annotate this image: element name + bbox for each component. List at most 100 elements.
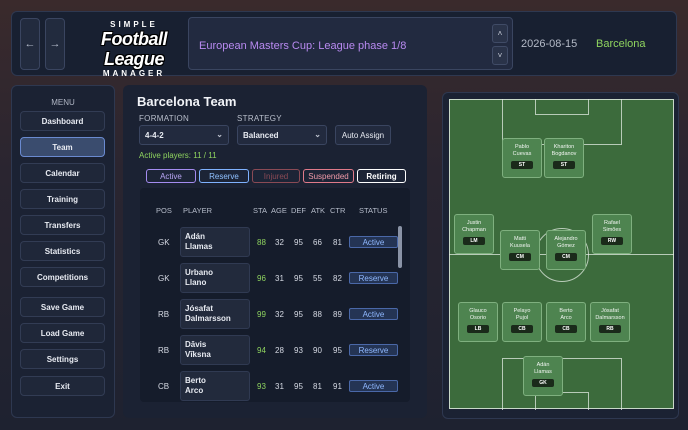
pitch-player-position: CM xyxy=(509,253,531,261)
pitch-player-card[interactable]: Jósafat Dalmarsson RB xyxy=(590,302,630,342)
row-ctr: 89 xyxy=(333,310,342,319)
row-pos: RB xyxy=(158,346,170,355)
back-arrow-button[interactable]: ← xyxy=(20,18,40,70)
col-age: AGE xyxy=(271,206,287,215)
filter-retiring[interactable]: Retiring xyxy=(357,169,406,183)
pitch-player-first: Khariton xyxy=(553,144,575,150)
pitch-player-card[interactable]: Berto Arco CB xyxy=(546,302,586,342)
col-ctr: CTR xyxy=(330,206,346,215)
pitch-player-card[interactable]: Pablo Cuevas ST xyxy=(502,138,542,178)
player-last-name: Vīksna xyxy=(185,350,211,359)
row-sta: 99 xyxy=(257,310,266,319)
pitch-player-card[interactable]: Justin Chapman LM xyxy=(454,214,494,254)
col-sta: STA xyxy=(253,206,268,215)
col-def: DEF xyxy=(291,206,306,215)
row-def: 93 xyxy=(294,346,303,355)
row-ctr: 91 xyxy=(333,382,342,391)
player-first-name: Berto xyxy=(185,376,206,385)
pitch-player-first: Rafael xyxy=(604,220,620,226)
player-last-name: Llano xyxy=(185,278,207,287)
menu-team-button[interactable]: Team xyxy=(20,137,105,157)
page-title: Barcelona Team xyxy=(137,94,237,109)
pitch-player-position: LM xyxy=(463,237,485,245)
current-date: 2026-08-15 xyxy=(521,38,578,50)
menu-exit-button[interactable]: Exit xyxy=(20,376,105,396)
filter-injured[interactable]: Injured xyxy=(252,169,300,183)
col-status: STATUS xyxy=(359,206,388,215)
pitch-player-card[interactable]: Khariton Bogdanov ST xyxy=(544,138,584,178)
news-up-button[interactable]: ˄ xyxy=(492,24,508,43)
pitch-player-card[interactable]: Pelayo Pujol CB xyxy=(502,302,542,342)
col-player: PLAYER xyxy=(183,206,213,215)
pitch-player-position: LB xyxy=(467,325,489,333)
pitch-player-position: CM xyxy=(555,253,577,261)
status-button[interactable]: Active xyxy=(349,308,398,320)
player-last-name: Llamas xyxy=(185,242,213,251)
pitch-player-position: GK xyxy=(532,379,554,387)
pitch-player-last: Cuevas xyxy=(512,150,532,157)
pitch-player-card[interactable]: Glauco Osorio LB xyxy=(458,302,498,342)
pitch-player-card[interactable]: Adán Llamas GK xyxy=(523,356,563,396)
formation-select[interactable]: 4-4-2 ⌄ xyxy=(139,125,229,145)
news-text: European Masters Cup: League phase 1/8 xyxy=(199,40,407,52)
club-name: Barcelona xyxy=(596,38,646,50)
row-atk: 90 xyxy=(313,346,322,355)
menu-training-button[interactable]: Training xyxy=(20,189,105,209)
row-age: 32 xyxy=(275,238,284,247)
formation-value: 4-4-2 xyxy=(145,130,164,140)
news-down-button[interactable]: ˅ xyxy=(492,46,508,65)
status-button[interactable]: Active xyxy=(349,380,398,392)
pitch-player-card[interactable]: Alejandro Gómez CM xyxy=(546,230,586,270)
player-name[interactable]: Dāvis Vīksna xyxy=(180,335,250,365)
pitch-player-last: Pujol xyxy=(515,314,529,321)
pitch-player-first: Jósafat xyxy=(601,308,619,314)
player-name[interactable]: Urbano Llano xyxy=(180,263,250,293)
player-name[interactable]: Jósafat Dalmarsson xyxy=(180,299,250,329)
pitch-player-first: Adán xyxy=(536,362,550,368)
row-sta: 94 xyxy=(257,346,266,355)
pitch-player-last: Chapman xyxy=(462,226,486,233)
row-age: 32 xyxy=(275,310,284,319)
row-pos: GK xyxy=(158,274,170,283)
pitch-player-card[interactable]: Matti Kuusela CM xyxy=(500,230,540,270)
table-scrollbar[interactable] xyxy=(398,226,402,268)
menu-transfers-button[interactable]: Transfers xyxy=(20,215,105,235)
forward-arrow-button[interactable]: → xyxy=(45,18,65,70)
logo-line-1: SIMPLE xyxy=(110,20,158,29)
pitch-player-last: Dalmarsson xyxy=(595,314,625,321)
menu-statistics-button[interactable]: Statistics xyxy=(20,241,105,261)
pitch-player-first: Alejandro xyxy=(554,236,578,242)
strategy-select[interactable]: Balanced ⌄ xyxy=(237,125,327,145)
status-button[interactable]: Reserve xyxy=(349,272,398,284)
row-ctr: 81 xyxy=(333,238,342,247)
pitch-player-first: Matti xyxy=(514,236,526,242)
filter-active[interactable]: Active xyxy=(146,169,196,183)
pitch-player-last: Bogdanov xyxy=(551,150,577,157)
goal-box-top xyxy=(535,99,589,115)
col-atk: ATK xyxy=(311,206,326,215)
pitch-player-last: Llamas xyxy=(534,368,552,375)
row-sta: 96 xyxy=(257,274,266,283)
auto-assign-button[interactable]: Auto Assign xyxy=(335,125,391,145)
status-button[interactable]: Reserve xyxy=(349,344,398,356)
filter-reserve[interactable]: Reserve xyxy=(199,169,249,183)
status-button[interactable]: Active xyxy=(349,236,398,248)
player-name[interactable]: Berto Arco xyxy=(180,371,250,401)
filter-suspended[interactable]: Suspended xyxy=(303,169,354,183)
chevron-down-icon: ⌄ xyxy=(216,130,223,139)
pitch-player-card[interactable]: Rafael Simões RW xyxy=(592,214,632,254)
pitch-player-last: Simões xyxy=(602,226,622,233)
row-atk: 88 xyxy=(313,310,322,319)
row-atk: 66 xyxy=(313,238,322,247)
player-name[interactable]: Adán Llamas xyxy=(180,227,250,257)
row-def: 95 xyxy=(294,274,303,283)
menu-calendar-button[interactable]: Calendar xyxy=(20,163,105,183)
menu-settings-button[interactable]: Settings xyxy=(20,349,105,369)
row-def: 95 xyxy=(294,310,303,319)
chevron-down-icon: ⌄ xyxy=(314,130,321,139)
pitch-player-position: ST xyxy=(511,161,533,169)
menu-load-game-button[interactable]: Load Game xyxy=(20,323,105,343)
menu-save-game-button[interactable]: Save Game xyxy=(20,297,105,317)
menu-dashboard-button[interactable]: Dashboard xyxy=(20,111,105,131)
menu-competitions-button[interactable]: Competitions xyxy=(20,267,105,287)
